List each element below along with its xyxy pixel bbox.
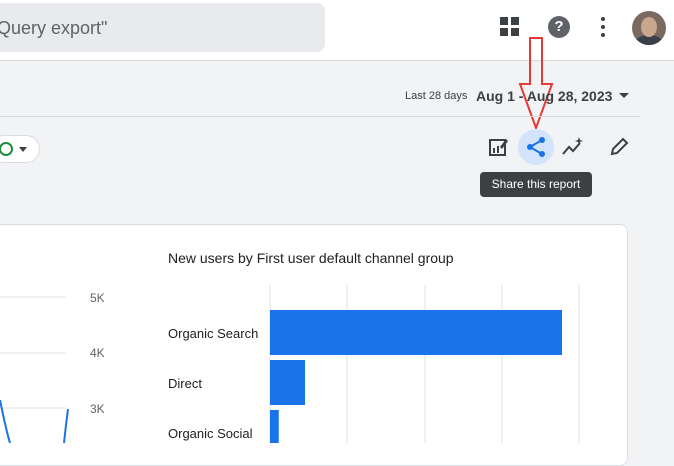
customize-report-button[interactable] <box>480 129 516 165</box>
top-bar: Query export" ? <box>0 0 674 61</box>
bar <box>270 410 279 443</box>
charts-area <box>0 285 580 443</box>
series-line <box>63 408 69 443</box>
help-icon[interactable]: ? <box>548 16 570 38</box>
pencil-icon <box>610 137 629 156</box>
apps-grid-icon[interactable] <box>500 17 520 37</box>
check-circle-icon <box>0 142 13 156</box>
search-box[interactable]: Query export" <box>0 3 325 52</box>
comparison-filter-chip[interactable] <box>0 135 40 163</box>
date-dropdown-icon[interactable] <box>619 93 629 98</box>
share-icon <box>527 137 545 157</box>
date-preset-badge: Last 28 days <box>400 86 473 106</box>
more-options-icon[interactable] <box>600 17 606 37</box>
edit-button[interactable] <box>601 129 637 165</box>
date-range-selector[interactable]: Aug 1 - Aug 28, 2023 <box>476 86 612 106</box>
insights-sparkle-icon <box>562 137 583 155</box>
avatar[interactable] <box>632 11 666 45</box>
bar <box>270 310 562 355</box>
series-line <box>0 399 11 443</box>
insights-button[interactable] <box>554 129 590 165</box>
share-report-button[interactable] <box>518 129 554 165</box>
annotation-arrow-icon <box>518 37 554 131</box>
bar <box>270 360 306 405</box>
chevron-down-icon <box>19 147 27 152</box>
share-tooltip: Share this report <box>480 172 592 197</box>
card-title: New users by First user default channel … <box>168 250 454 266</box>
edit-chart-icon <box>489 139 508 156</box>
search-input[interactable]: Query export" <box>0 18 107 39</box>
divider <box>0 116 640 117</box>
